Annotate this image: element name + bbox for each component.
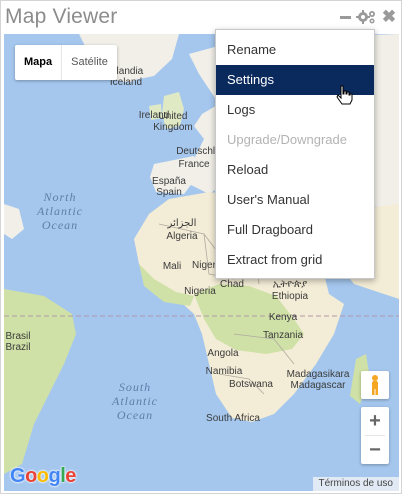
label-niger: Niger [192,260,217,271]
label-north-atlantic-1: North [42,190,76,204]
zoom-out-button[interactable]: − [361,436,389,464]
map-viewer-widget: Map Viewer ✖ Islandia Iceland United Kin… [0,0,402,494]
label-kenya: Kenya [269,312,298,323]
map-type-control: Mapa Satélite [15,45,117,80]
terms-of-use-link[interactable]: Términos de uso [312,477,399,491]
zoom-in-button[interactable]: + [361,407,389,435]
label-south-atlantic-1: South [119,380,151,394]
label-brazil-2: Brazil [5,342,30,353]
label-south-africa: South Africa [206,413,260,424]
label-chad: Chad [220,279,244,290]
label-south-atlantic-3: Ocean [117,408,153,422]
label-algeria-2: Algeria [166,231,198,242]
menu-item-users-manual[interactable]: User's Manual [216,185,374,215]
label-uk-2: Kingdom [153,122,192,133]
label-spain-2: Spain [156,187,182,198]
label-madagascar-2: Madagascar [290,380,346,391]
label-mali: Mali [163,261,181,272]
label-nigeria: Nigeria [184,286,216,297]
label-ethiopia-2: Ethiopia [272,291,309,302]
gear-icon[interactable] [356,9,378,25]
google-logo[interactable]: Google [10,465,76,488]
label-ireland: Ireland [139,110,170,121]
label-madagascar-1: Madagasikara [287,369,350,380]
menu-item-reload[interactable]: Reload [216,155,374,185]
label-algeria-1: الجزائر [167,218,197,229]
zoom-control: + − [361,407,389,464]
map-type-map-button[interactable]: Mapa [15,45,63,80]
label-north-atlantic-2: Atlantic [36,204,83,218]
label-spain-1: España [152,176,186,187]
widget-title: Map Viewer [5,5,118,28]
label-namibia: Namibia [206,366,243,377]
menu-item-extract-from-grid[interactable]: Extract from grid [216,245,374,275]
label-north-atlantic-3: Ocean [42,218,78,232]
label-france: France [178,159,210,170]
label-botswana: Botswana [229,379,273,390]
minimize-icon[interactable] [338,9,354,25]
map-type-satellite-button[interactable]: Satélite [62,45,117,80]
widget-context-menu: Rename Settings Logs Upgrade/Downgrade R… [215,29,375,279]
label-brazil-1: Brasil [5,331,30,342]
menu-item-upgrade-downgrade: Upgrade/Downgrade [227,132,347,147]
label-ethiopia-1: ኢትዮጵያ [273,279,307,290]
menu-item-rename[interactable]: Rename [216,35,374,65]
close-icon[interactable]: ✖ [381,8,397,25]
pegman-icon[interactable] [361,371,389,399]
label-angola: Angola [207,348,239,359]
label-tanzania: Tanzania [263,330,303,341]
label-south-atlantic-2: Atlantic [111,394,158,408]
menu-item-full-dragboard[interactable]: Full Dragboard [216,215,374,245]
hand-pointer-icon [335,85,353,110]
